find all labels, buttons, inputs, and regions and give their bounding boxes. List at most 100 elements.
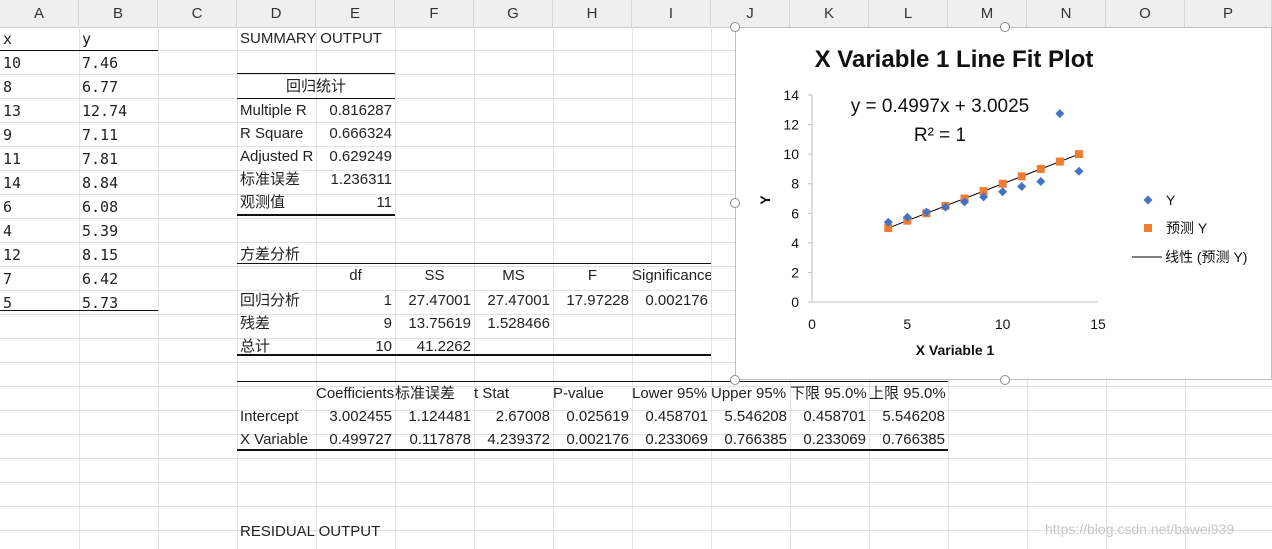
y-cell[interactable]: 5.39 bbox=[82, 219, 156, 243]
col-header-G[interactable]: G bbox=[474, 0, 553, 27]
x-cell[interactable]: 10 bbox=[3, 51, 77, 75]
coef-value[interactable]: 1.124481 bbox=[395, 405, 471, 429]
y-cell[interactable]: 8.15 bbox=[82, 243, 156, 267]
coef-value[interactable]: 0.025619 bbox=[553, 405, 629, 429]
coef-header[interactable]: P-value bbox=[553, 382, 632, 406]
coef-value[interactable]: 3.002455 bbox=[316, 405, 392, 429]
y-cell[interactable]: 7.46 bbox=[82, 51, 156, 75]
x-tick-label: 15 bbox=[1090, 316, 1106, 332]
anova-header[interactable]: MS bbox=[474, 264, 553, 288]
anova-header[interactable]: Significance F bbox=[632, 264, 711, 288]
anova-value[interactable]: 0.002176 bbox=[632, 289, 708, 313]
coef-header[interactable]: 下限 95.0% bbox=[790, 382, 869, 406]
coef-value[interactable]: 2.67008 bbox=[474, 405, 550, 429]
y-cell[interactable]: 5.73 bbox=[82, 291, 156, 315]
summary-title[interactable]: SUMMARY OUTPUT bbox=[240, 27, 400, 51]
x-cell[interactable]: 9 bbox=[3, 123, 77, 147]
anova-value[interactable]: 27.47001 bbox=[474, 289, 550, 313]
coef-value[interactable]: 5.546208 bbox=[869, 405, 945, 429]
predicted-point bbox=[1074, 150, 1083, 159]
col-header-D[interactable]: D bbox=[237, 0, 316, 27]
x-header[interactable]: x bbox=[3, 27, 77, 51]
coef-header[interactable]: Coefficients bbox=[316, 382, 395, 406]
y-cell[interactable]: 6.42 bbox=[82, 267, 156, 291]
col-header-A[interactable]: A bbox=[0, 0, 79, 27]
coef-header[interactable]: 上限 95.0% bbox=[869, 382, 948, 406]
col-header-F[interactable]: F bbox=[395, 0, 474, 27]
y-cell[interactable]: 6.08 bbox=[82, 195, 156, 219]
x-cell[interactable]: 5 bbox=[3, 291, 77, 315]
x-cell[interactable]: 4 bbox=[3, 219, 77, 243]
x-cell[interactable]: 7 bbox=[3, 267, 77, 291]
reg-stat-value[interactable]: 0.666324 bbox=[316, 122, 392, 146]
col-header-O[interactable]: O bbox=[1106, 0, 1185, 27]
reg-stat-label[interactable]: 观测值 bbox=[240, 191, 314, 215]
coef-header[interactable]: 标准误差 bbox=[395, 382, 474, 406]
resize-handle[interactable] bbox=[730, 375, 740, 385]
coef-header[interactable]: Upper 95% bbox=[711, 382, 790, 406]
x-cell[interactable]: 6 bbox=[3, 195, 77, 219]
reg-stat-label[interactable]: R Square bbox=[240, 122, 314, 146]
coef-value[interactable]: 0.458701 bbox=[632, 405, 708, 429]
reg-stat-value[interactable]: 1.236311 bbox=[316, 168, 392, 192]
resize-handle[interactable] bbox=[730, 198, 740, 208]
anova-value[interactable] bbox=[553, 312, 629, 336]
col-header-J[interactable]: J bbox=[711, 0, 790, 27]
anova-value[interactable]: 1.528466 bbox=[474, 312, 550, 336]
col-header-B[interactable]: B bbox=[79, 0, 158, 27]
x-cell[interactable]: 13 bbox=[3, 99, 77, 123]
y-cell[interactable]: 7.11 bbox=[82, 123, 156, 147]
resize-handle[interactable] bbox=[1000, 375, 1010, 385]
residual-title[interactable]: RESIDUAL OUTPUT bbox=[240, 520, 400, 544]
x-cell[interactable]: 12 bbox=[3, 243, 77, 267]
anova-header[interactable]: F bbox=[553, 264, 632, 288]
chart-title: X Variable 1 Line Fit Plot bbox=[815, 46, 1094, 73]
resize-handle[interactable] bbox=[730, 22, 740, 32]
y-cell[interactable]: 12.74 bbox=[82, 99, 156, 123]
anova-value[interactable]: 1 bbox=[316, 289, 392, 313]
coef-header[interactable]: t Stat bbox=[474, 382, 553, 406]
anova-value[interactable] bbox=[632, 312, 708, 336]
col-header-M[interactable]: M bbox=[948, 0, 1027, 27]
coef-header[interactable]: Lower 95% bbox=[632, 382, 711, 406]
y-cell[interactable]: 6.77 bbox=[82, 75, 156, 99]
col-header-H[interactable]: H bbox=[553, 0, 632, 27]
anova-row-label[interactable]: 回归分析 bbox=[240, 289, 314, 313]
reg-stat-label[interactable]: Adjusted R bbox=[240, 145, 314, 169]
anova-header[interactable]: SS bbox=[395, 264, 474, 288]
anova-value[interactable]: 17.97228 bbox=[553, 289, 629, 313]
chart-ylabel: Y bbox=[757, 195, 773, 205]
col-header-E[interactable]: E bbox=[316, 0, 395, 27]
x-cell[interactable]: 14 bbox=[3, 171, 77, 195]
col-header-N[interactable]: N bbox=[1027, 0, 1106, 27]
y-tick-label: 12 bbox=[783, 117, 799, 133]
y-cell[interactable]: 8.84 bbox=[82, 171, 156, 195]
reg-stats-header[interactable]: 回归统计 bbox=[237, 75, 395, 99]
reg-stat-value[interactable]: 0.816287 bbox=[316, 99, 392, 123]
coef-value[interactable]: 5.546208 bbox=[711, 405, 787, 429]
y-cell[interactable]: 7.81 bbox=[82, 147, 156, 171]
x-cell[interactable]: 8 bbox=[3, 75, 77, 99]
y-tick-label: 14 bbox=[783, 87, 799, 103]
col-header-K[interactable]: K bbox=[790, 0, 869, 27]
anova-value[interactable]: 27.47001 bbox=[395, 289, 471, 313]
reg-stat-value[interactable]: 0.629249 bbox=[316, 145, 392, 169]
col-header-P[interactable]: P bbox=[1185, 0, 1272, 27]
col-header-I[interactable]: I bbox=[632, 0, 711, 27]
reg-stat-label[interactable]: Multiple R bbox=[240, 99, 314, 123]
anova-value[interactable]: 13.75619 bbox=[395, 312, 471, 336]
reg-stat-value[interactable]: 11 bbox=[316, 191, 392, 215]
coef-row-label[interactable]: Intercept bbox=[240, 405, 316, 429]
col-header-C[interactable]: C bbox=[158, 0, 237, 27]
x-tick-label: 5 bbox=[903, 316, 911, 332]
x-cell[interactable]: 11 bbox=[3, 147, 77, 171]
y-header[interactable]: y bbox=[82, 27, 156, 51]
col-header-L[interactable]: L bbox=[869, 0, 948, 27]
line-fit-chart[interactable]: X Variable 1 Line Fit Plot y = 0.4997x +… bbox=[735, 27, 1272, 380]
reg-stat-label[interactable]: 标准误差 bbox=[240, 168, 314, 192]
anova-row-label[interactable]: 残差 bbox=[240, 312, 314, 336]
anova-value[interactable]: 9 bbox=[316, 312, 392, 336]
anova-header[interactable]: df bbox=[316, 264, 395, 288]
coef-value[interactable]: 0.458701 bbox=[790, 405, 866, 429]
resize-handle[interactable] bbox=[1000, 22, 1010, 32]
